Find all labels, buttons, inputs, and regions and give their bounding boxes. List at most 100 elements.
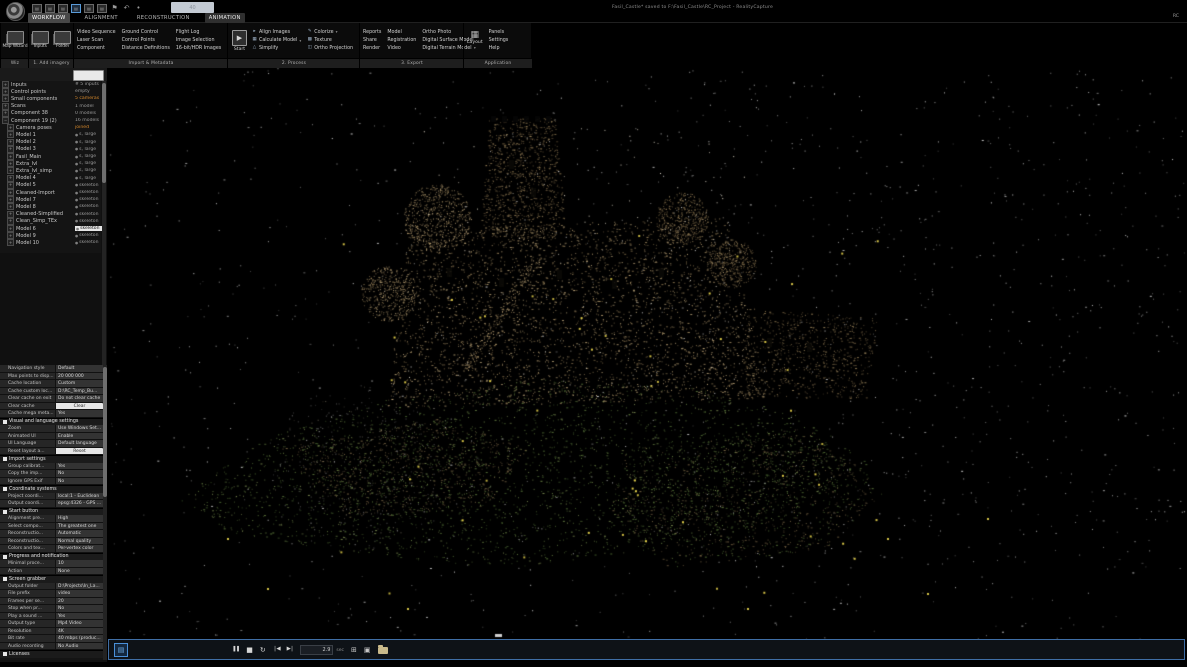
ribbon-button-render[interactable]: Render (363, 45, 381, 52)
setting-value[interactable]: Custom (55, 380, 103, 388)
expander-icon[interactable]: + (7, 225, 14, 232)
tree-item-component-19-2-[interactable]: −Component 19 (2)16 models (0, 117, 101, 124)
big-button-inputs[interactable]: Inputs (29, 31, 52, 50)
ribbon-button-calculate-model[interactable]: ▦Calculate Model▾ (252, 37, 301, 44)
ribbon-button-16-bit-hdr-images[interactable]: 16-bit/HDR Images (176, 45, 221, 52)
tree-item-fasil-main[interactable]: +Fasil_Main●s, large (0, 153, 101, 160)
setting-value[interactable]: 10 (55, 560, 103, 568)
ribbon-button-laser-scan[interactable]: Laser Scan (77, 37, 116, 44)
setting-value[interactable]: No Audio (55, 643, 103, 651)
expander-icon[interactable]: + (7, 139, 14, 146)
settings-section-coordinate-systems[interactable]: Coordinate systems (0, 485, 103, 493)
setting-value[interactable]: D:\RC_Temp_Bu... (55, 388, 103, 396)
tree-item-scans[interactable]: +Scans1 model (0, 103, 101, 110)
stop-button[interactable]: ■ (246, 647, 253, 654)
time-input[interactable]: 2.9 (300, 645, 333, 655)
ribbon-button-align-images[interactable]: ▸Align Images (252, 29, 301, 36)
setting-value[interactable]: The greatest one (55, 523, 103, 531)
tree-item-model-10[interactable]: +Model 10●skeleton (0, 239, 101, 246)
setting-button[interactable]: Clear (55, 403, 103, 411)
expander-icon[interactable]: + (7, 211, 14, 218)
viewport-layout-icon[interactable]: ▤ (114, 643, 128, 657)
tree-item-cleaned-simplified[interactable]: +Cleaned-Simplified●skeleton (0, 211, 101, 218)
pause-button[interactable]: ❚❚ (232, 647, 239, 653)
setting-value[interactable]: 40 mbps (produc... (55, 635, 103, 643)
expander-icon[interactable]: + (7, 189, 14, 196)
ribbon-button-image-selection[interactable]: Image Selection (176, 37, 221, 44)
setting-value[interactable]: Yes (55, 463, 103, 471)
setting-value[interactable]: D:\Projects\In_La... (55, 583, 103, 591)
tree-scrollbar[interactable] (102, 81, 106, 365)
flag-icon[interactable]: ⚑ (110, 5, 119, 12)
view-layout-icon[interactable]: ▤ (32, 4, 42, 13)
ribbon-button-video[interactable]: Video (387, 45, 416, 52)
setting-value[interactable]: No (55, 478, 103, 486)
setting-value[interactable]: epsg:4326 - GPS ... (55, 500, 103, 508)
layout-button[interactable]: ▦Layout▾ (467, 31, 483, 50)
view-layout-icon[interactable]: ▤ (45, 4, 55, 13)
expander-icon[interactable]: + (7, 182, 14, 189)
view-layout-icon[interactable]: ▤ (58, 4, 68, 13)
tree-item-component-38[interactable]: +Component 380 models (0, 110, 101, 117)
tree-item-model-6[interactable]: +Model 6●skeleton (0, 225, 101, 232)
tree-item-model-7[interactable]: +Model 7●skeleton (0, 196, 101, 203)
ribbon-button-ground-control[interactable]: Ground Control (122, 29, 170, 36)
tree-item-cleaned-import[interactable]: +Cleaned-Import●skeleton (0, 189, 101, 196)
expander-icon[interactable]: + (7, 203, 14, 210)
ribbon-button-registration[interactable]: Registration (387, 37, 416, 44)
tree-item-small-components[interactable]: +Small components5 cameras (0, 95, 101, 102)
settings-section-progress-and-notification[interactable]: Progress and notification (0, 553, 103, 561)
viewport-3d-point-cloud[interactable] (107, 68, 1187, 639)
dot-icon[interactable]: • (134, 5, 143, 12)
setting-value[interactable]: Enable (55, 433, 103, 441)
tree-item-control-points[interactable]: +Control pointsempty (0, 88, 101, 95)
view-layout-selected-icon[interactable]: ▤ (71, 4, 81, 13)
skip-start-button[interactable]: ❘◀ (273, 647, 280, 653)
expander-icon[interactable]: + (2, 81, 9, 88)
ribbon-button-ortho-projection[interactable]: ◫Ortho Projection (307, 45, 353, 52)
expander-icon[interactable]: + (7, 153, 14, 160)
ribbon-button-colorize[interactable]: ✎Colorize▾ (307, 29, 353, 36)
view-layout-icon[interactable]: ▤ (97, 4, 107, 13)
setting-value[interactable]: Automatic (55, 530, 103, 538)
settings-section-licenses[interactable]: Licenses (0, 650, 103, 658)
tree-item-extra-lvl-simp[interactable]: +Extra_lvl_simp●s, large (0, 167, 101, 174)
loop-button[interactable]: ↻ (260, 647, 266, 654)
expander-icon[interactable]: + (2, 110, 9, 117)
setting-value[interactable]: None (55, 568, 103, 576)
capture-frame-icon[interactable]: ▣ (364, 647, 371, 654)
expander-icon[interactable]: + (7, 196, 14, 203)
ribbon-button-settings[interactable]: Settings (489, 37, 509, 44)
ribbon-button-help[interactable]: Help (489, 45, 509, 52)
skip-end-button[interactable]: ▶❘ (287, 647, 294, 653)
setting-value[interactable]: Default language (55, 440, 103, 448)
setting-value[interactable]: Default (55, 365, 103, 373)
big-button-folder[interactable]: Folder (52, 31, 75, 50)
setting-value[interactable]: High (55, 515, 103, 523)
setting-value[interactable]: video (55, 590, 103, 598)
settings-section-screen-grabber[interactable]: Screen grabber (0, 575, 103, 583)
tree-item-model-2[interactable]: +Model 2●s, large (0, 139, 101, 146)
ribbon-button-simplify[interactable]: △Simplify (252, 45, 301, 52)
setting-value[interactable]: Yes (55, 613, 103, 621)
tab-reconstruction[interactable]: RECONSTRUCTION (133, 13, 194, 23)
tree-item-model-3[interactable]: +Model 3●s, large (0, 146, 101, 153)
tree-item-model-5[interactable]: +Model 5●skeleton (0, 182, 101, 189)
expander-icon[interactable]: − (2, 117, 9, 124)
tree-item-camera-poses[interactable]: +Camera posesjoined (0, 124, 101, 131)
ribbon-button-component[interactable]: Component (77, 45, 116, 52)
tab-workflow[interactable]: WORKFLOW (28, 13, 70, 23)
setting-value[interactable]: Yes (55, 410, 103, 418)
expander-icon[interactable]: + (7, 146, 14, 153)
setting-value[interactable]: No (55, 605, 103, 613)
settings-section-start-button[interactable]: Start button (0, 508, 103, 516)
ribbon-button-flight-log[interactable]: Flight Log (176, 29, 221, 36)
setting-button[interactable]: Reset (55, 448, 103, 456)
tree-item-model-1[interactable]: +Model 1●s, large (0, 131, 101, 138)
start-button[interactable]: ▶Start (232, 30, 247, 52)
tree-item-clean-simp-tex[interactable]: +Clean_Simp_TEx●skeleton (0, 218, 101, 225)
tree-item-extra-lvl[interactable]: +Extra_lvl●s, large (0, 160, 101, 167)
tree-item-inputs[interactable]: +Inputs# 5 inputs (0, 81, 101, 88)
expander-icon[interactable]: + (7, 232, 14, 239)
setting-value[interactable]: 20 000 000 (55, 373, 103, 381)
